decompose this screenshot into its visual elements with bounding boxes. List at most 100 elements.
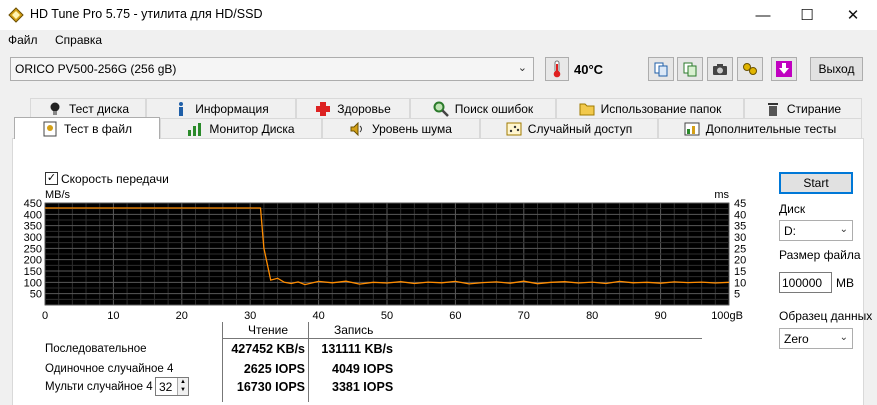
data-pattern-select[interactable]: Zero ⌄ [779,328,853,349]
y-tick-label: 400 [24,209,42,221]
y-tick-label: 350 [24,221,42,233]
random-single-write-value: 4049 IOPS [332,362,394,376]
chevron-down-icon: ⌄ [839,224,848,235]
tab-info[interactable]: Информация [146,98,296,118]
tab-folder-usage[interactable]: Использование папок [556,98,744,118]
download-arrow-icon [776,61,792,77]
file-size-label: Размер файла [779,248,861,262]
queue-depth-value: 32 [159,380,173,394]
options-button[interactable] [737,57,763,81]
lightbulb-icon [47,101,63,117]
transfer-rate-label: Скорость передачи [61,172,169,186]
sequential-write-value: 131111 KB/s [321,342,393,356]
y2-tick-label: 5 [734,289,740,301]
y-tick-label: 50 [30,289,42,301]
x-tick-label: 90 [654,310,666,322]
random-multi-write-value: 3381 IOPS [332,380,394,394]
minimize-button[interactable]: — [740,0,786,30]
info-icon [173,101,189,117]
exit-button[interactable]: Выход [810,57,863,81]
options-icon [743,63,757,75]
disk-select-value: D: [784,224,796,238]
menu-file[interactable]: Файл [8,33,38,47]
table-divider [308,322,309,402]
screenshot-button[interactable] [707,57,733,81]
tab-noise-level[interactable]: Уровень шума [322,118,480,138]
y2-tick-label: 40 [734,209,746,221]
tab-file-benchmark[interactable]: Тест в файл [14,117,160,139]
camera-icon [713,64,727,75]
tab-random-access[interactable]: Случайный доступ [480,118,658,138]
x-tick-label: 30 [244,310,256,322]
y2-tick-label: 10 [734,277,746,289]
menu-bar [0,30,877,50]
disk-select[interactable]: D: ⌄ [779,220,853,241]
y-tick-label: 200 [24,255,42,267]
tab-extra-tests[interactable]: Дополнительные тесты [658,118,862,138]
y2-unit-label: ms [714,189,729,201]
data-pattern-value: Zero [784,332,809,346]
window-title: HD Tune Pro 5.75 - утилита для HD/SSD [30,7,263,21]
row-label-random-single: Одиночное случайное 4 [45,363,174,375]
maximize-button[interactable]: ☐ [784,0,830,30]
app-logo-icon [8,7,24,23]
y-tick-label: 250 [24,243,42,255]
y2-tick-label: 25 [734,243,746,255]
row-label-sequential: Последовательное [45,343,147,355]
y2-tick-label: 45 [734,198,746,210]
tab-erase[interactable]: Стирание [744,98,862,118]
x-tick-label: 40 [312,310,324,322]
chevron-down-icon: ⌄ [517,62,527,74]
x-tick-label: 0 [42,310,48,322]
thermometer-icon [545,57,569,81]
drive-select-value: ORICO PV500-256G (256 gB) [15,62,177,76]
y2-tick-label: 15 [734,266,746,278]
x-tick-label: 50 [381,310,393,322]
start-button[interactable]: Start [779,172,853,194]
tab-health[interactable]: Здоровье [296,98,410,118]
magnifier-icon [433,101,449,117]
x-tick-label: 60 [449,310,461,322]
random-single-read-value: 2625 IOPS [243,362,305,376]
file-benchmark-icon [42,121,58,137]
copy-info-button[interactable] [648,57,674,81]
y-tick-label: 100 [24,277,42,289]
table-divider [222,338,702,339]
x-tick-label: 70 [518,310,530,322]
queue-depth-stepper[interactable]: 32 ▲ ▼ [155,377,189,396]
tab-error-scan[interactable]: Поиск ошибок [410,98,556,118]
file-size-input[interactable]: 100000 [779,272,832,293]
chevron-down-icon: ⌄ [839,332,848,343]
spin-arrows-icon[interactable]: ▲ ▼ [177,378,188,395]
extra-tests-icon [684,121,700,137]
random-multi-read-value: 16730 IOPS [236,380,305,394]
y2-tick-label: 20 [734,255,746,267]
row-label-random-multi: Мульти случайное 4 [45,381,153,393]
y2-tick-label: 30 [734,232,746,244]
tab-disk-test[interactable]: Тест диска [30,98,146,118]
temperature-value: 40°C [574,62,604,77]
x-tick-label: 10 [107,310,119,322]
transfer-chart: MB/s ms5010015020025030035040045051015202… [24,189,747,322]
tab-disk-monitor[interactable]: Монитор Диска [160,118,322,138]
y-tick-label: 150 [24,266,42,278]
sequential-read-value: 427452 KB/s [231,342,305,356]
x-tick-label: 100gB [711,310,743,322]
save-button[interactable] [771,57,797,81]
copy-screen-button[interactable] [677,57,703,81]
bar-chart-icon [187,121,203,137]
copy-icon [654,62,668,77]
file-size-unit: MB [836,276,854,290]
speaker-icon [350,121,366,137]
close-button[interactable]: ✕ [830,0,876,30]
trash-icon [765,101,781,117]
copy-document-icon [683,62,697,77]
drive-select[interactable]: ORICO PV500-256G (256 gB) ⌄ [10,57,534,81]
menu-help[interactable]: Справка [55,33,102,47]
red-cross-icon [315,101,331,117]
x-tick-label: 20 [176,310,188,322]
scatter-icon [506,121,522,137]
data-pattern-label: Образец данных [779,309,873,323]
transfer-rate-checkbox[interactable]: ✓ [45,172,58,185]
disk-label: Диск [779,202,806,216]
